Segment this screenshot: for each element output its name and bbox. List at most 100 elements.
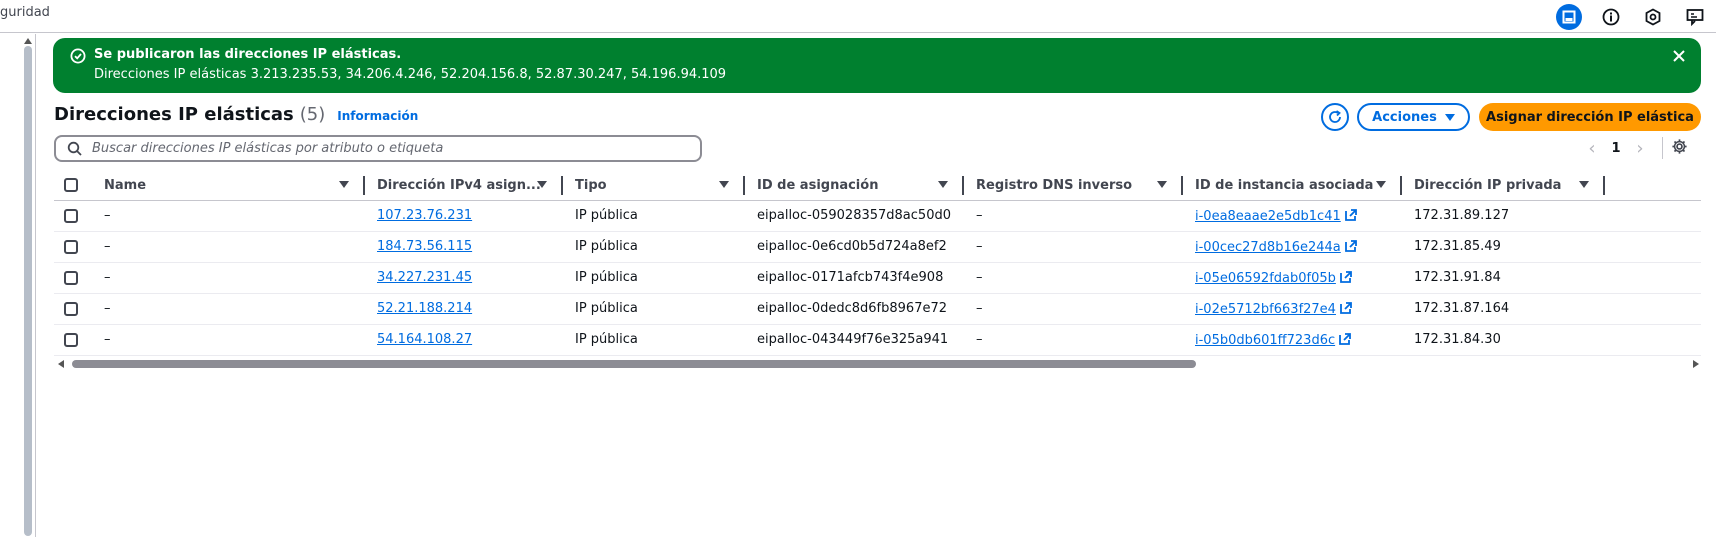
- page-header: Direcciones IP elásticas (5) Información: [54, 104, 418, 125]
- allocation-id-cell: eipalloc-043449f76e325a941: [747, 324, 966, 356]
- external-link-icon[interactable]: [1344, 239, 1358, 253]
- current-page[interactable]: 1: [1604, 141, 1628, 156]
- ip-link[interactable]: 34.227.231.45: [377, 270, 472, 285]
- top-bar: guridad: [0, 0, 1716, 33]
- allocation-id-cell: eipalloc-0e6cd0b5d724a8ef2: [747, 231, 966, 263]
- close-icon[interactable]: [1671, 48, 1687, 68]
- instance-link[interactable]: i-02e5712bf663f27e4: [1195, 302, 1336, 317]
- type-cell: IP pública: [565, 324, 747, 356]
- table-row[interactable]: – 54.164.108.27 IP pública eipalloc-0434…: [54, 324, 1701, 356]
- sort-icon: [938, 181, 948, 188]
- row-checkbox[interactable]: [64, 208, 78, 223]
- left-scrollbar[interactable]: [0, 34, 36, 537]
- instance-link[interactable]: i-0ea8eaae2e5db1c41: [1195, 209, 1341, 224]
- external-link-icon[interactable]: [1339, 270, 1353, 284]
- type-cell: IP pública: [565, 293, 747, 325]
- column-header[interactable]: Dirección IP privada: [1404, 171, 1701, 201]
- search-icon: [67, 141, 83, 161]
- row-checkbox[interactable]: [64, 239, 78, 254]
- instance-link[interactable]: i-05e06592fdab0f05b: [1195, 271, 1336, 286]
- scroll-right-icon[interactable]: [1693, 360, 1699, 368]
- allocation-id-cell: eipalloc-0171afcb743f4e908: [747, 262, 966, 294]
- sort-icon: [1579, 181, 1589, 188]
- breadcrumb[interactable]: guridad: [0, 5, 50, 20]
- search-box: [54, 135, 702, 162]
- external-link-icon[interactable]: [1344, 208, 1358, 222]
- table-row[interactable]: – 184.73.56.115 IP pública eipalloc-0e6c…: [54, 231, 1701, 263]
- flash-title: Se publicaron las direcciones IP elástic…: [94, 47, 402, 62]
- table-row[interactable]: – 107.23.76.231 IP pública eipalloc-0590…: [54, 200, 1701, 232]
- scroll-thumb-horizontal[interactable]: [72, 360, 1196, 368]
- row-checkbox[interactable]: [64, 270, 78, 285]
- ip-link[interactable]: 54.164.108.27: [377, 332, 472, 347]
- name-cell: –: [94, 262, 367, 294]
- type-cell: IP pública: [565, 262, 747, 294]
- scroll-thumb[interactable]: [24, 46, 32, 536]
- search-input[interactable]: [92, 139, 692, 158]
- elastic-ip-table: Name Dirección IPv4 asign... Tipo ID de …: [54, 171, 1701, 356]
- row-checkbox[interactable]: [64, 301, 78, 316]
- caret-down-icon: [1444, 113, 1455, 121]
- ip-link[interactable]: 107.23.76.231: [377, 208, 472, 223]
- success-flash-banner: Se publicaron las direcciones IP elástic…: [53, 38, 1701, 93]
- actions-button[interactable]: Acciones: [1357, 103, 1470, 131]
- table-row[interactable]: – 52.21.188.214 IP pública eipalloc-0ded…: [54, 293, 1701, 325]
- sort-icon: [719, 181, 729, 188]
- column-header[interactable]: Name: [94, 171, 367, 201]
- top-icons: [1548, 0, 1716, 33]
- settings-gear-icon[interactable]: [1671, 138, 1688, 159]
- type-cell: IP pública: [565, 200, 747, 232]
- flash-message: Direcciones IP elásticas 3.213.235.53, 3…: [94, 67, 727, 82]
- select-all-cell: [54, 171, 94, 201]
- actions-label: Acciones: [1372, 109, 1437, 125]
- private-ip-cell: 172.31.91.84: [1404, 262, 1701, 294]
- reverse-dns-cell: –: [966, 200, 1185, 232]
- prev-page-icon[interactable]: ‹: [1580, 138, 1604, 159]
- external-link-icon[interactable]: [1339, 301, 1353, 315]
- ip-link[interactable]: 184.73.56.115: [377, 239, 472, 254]
- external-link-icon[interactable]: [1338, 332, 1352, 346]
- reverse-dns-cell: –: [966, 262, 1185, 294]
- panel-icon[interactable]: [1548, 0, 1590, 33]
- horizontal-scrollbar[interactable]: [54, 357, 1701, 371]
- column-header[interactable]: Registro DNS inverso: [966, 171, 1185, 201]
- name-cell: –: [94, 293, 367, 325]
- column-header[interactable]: ID de asignación: [747, 171, 966, 201]
- next-page-icon[interactable]: ›: [1628, 138, 1652, 159]
- instance-link[interactable]: i-00cec27d8b16e244a: [1195, 240, 1341, 255]
- scroll-left-icon[interactable]: [58, 360, 64, 368]
- sort-icon: [339, 181, 349, 188]
- row-checkbox[interactable]: [64, 332, 78, 347]
- pagination: ‹ 1 ›: [1580, 137, 1688, 159]
- info-icon[interactable]: [1590, 0, 1632, 33]
- reverse-dns-cell: –: [966, 324, 1185, 356]
- type-cell: IP pública: [565, 231, 747, 263]
- allocate-elastic-ip-button[interactable]: Asignar dirección IP elástica: [1479, 103, 1701, 131]
- column-header[interactable]: ID de instancia asociada: [1185, 171, 1404, 201]
- refresh-icon: [1329, 110, 1341, 123]
- column-header[interactable]: Tipo: [565, 171, 747, 201]
- pager-divider: [1662, 137, 1663, 159]
- instance-link[interactable]: i-05b0db601ff723d6c: [1195, 333, 1335, 348]
- refresh-button[interactable]: [1321, 103, 1349, 131]
- table-header-row: Name Dirección IPv4 asign... Tipo ID de …: [54, 171, 1701, 201]
- private-ip-cell: 172.31.85.49: [1404, 231, 1701, 263]
- page-title: Direcciones IP elásticas: [54, 104, 294, 125]
- table-row[interactable]: – 34.227.231.45 IP pública eipalloc-0171…: [54, 262, 1701, 294]
- reverse-dns-cell: –: [966, 293, 1185, 325]
- private-ip-cell: 172.31.84.30: [1404, 324, 1701, 356]
- info-link[interactable]: Información: [337, 109, 418, 123]
- feedback-icon[interactable]: [1674, 0, 1716, 33]
- select-all-checkbox[interactable]: [64, 178, 78, 193]
- private-ip-cell: 172.31.89.127: [1404, 200, 1701, 232]
- scroll-up-icon[interactable]: [24, 38, 32, 44]
- sort-icon: [1157, 181, 1167, 188]
- name-cell: –: [94, 324, 367, 356]
- ip-link[interactable]: 52.21.188.214: [377, 301, 472, 316]
- cloudshell-hex-icon[interactable]: [1632, 0, 1674, 33]
- sort-icon: [537, 181, 547, 188]
- name-cell: –: [94, 200, 367, 232]
- sort-icon: [1376, 181, 1386, 188]
- allocation-id-cell: eipalloc-059028357d8ac50d0: [747, 200, 966, 232]
- column-header[interactable]: Dirección IPv4 asign...: [367, 171, 565, 201]
